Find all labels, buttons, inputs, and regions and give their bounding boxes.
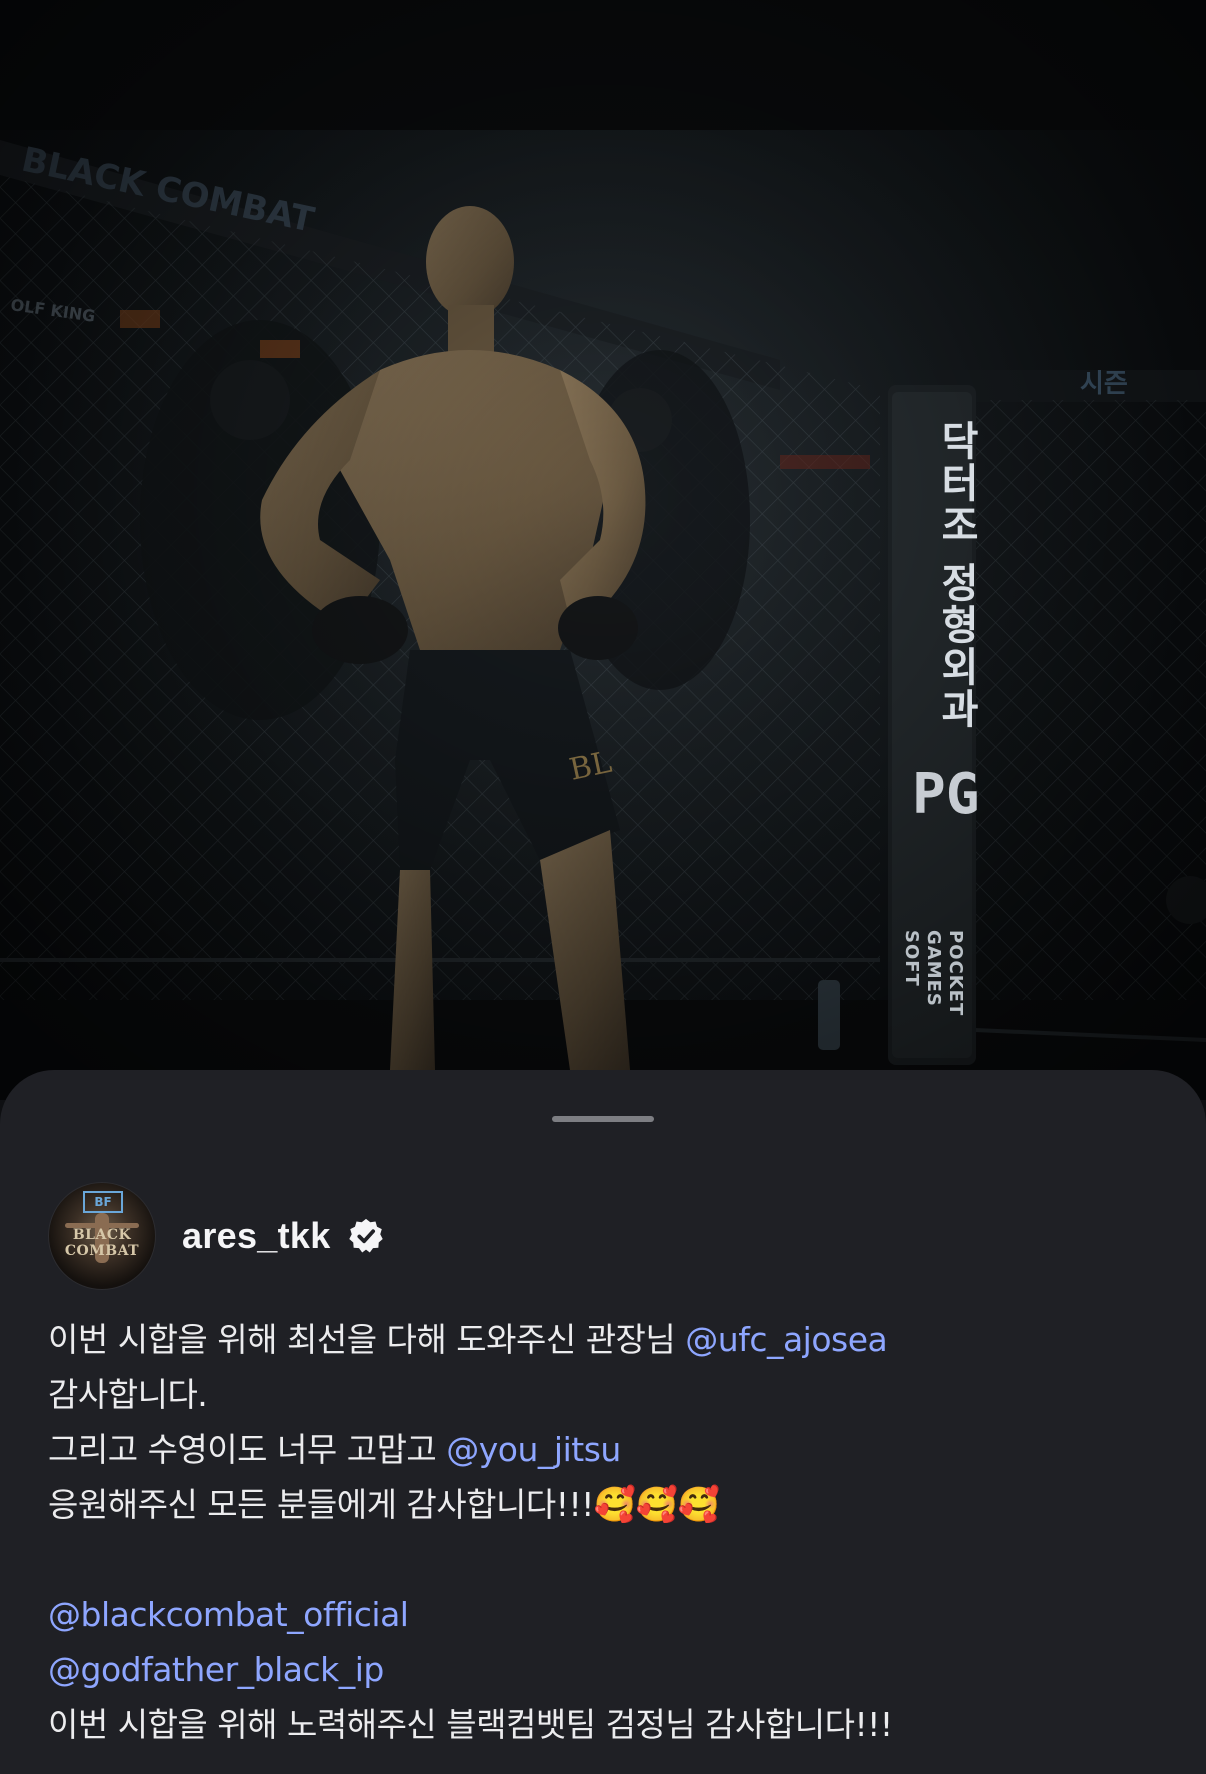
caption-line: 이번 시합을 위해 노력해주신 블랙컴뱃팀 검정님 감사합니다!!! bbox=[48, 1705, 893, 1744]
cage-scene: BLACK COMBAT OLF KING 시즌 bbox=[0, 0, 1206, 1100]
avatar-logo: BF bbox=[83, 1191, 123, 1213]
caption-line: @godfather_black_ip bbox=[48, 1642, 1158, 1697]
post-caption: 이번 시합을 위해 최선을 다해 도와주신 관장님 @ufc_ajosea 감사… bbox=[48, 1312, 1158, 1752]
cage-pad-brand-word: GAMES bbox=[923, 930, 944, 1007]
cage-pad-logo: PG bbox=[912, 762, 980, 827]
caption-line: 응원해주신 모든 분들에게 감사합니다!!!🥰🥰🥰 bbox=[48, 1477, 1158, 1532]
cage-pad-brand-word: SOFT bbox=[901, 930, 922, 987]
caption-line: 이번 시합을 위해 최선을 다해 도와주신 관장님 @ufc_ajosea bbox=[48, 1312, 1158, 1367]
post-author[interactable]: BF BLACK COMBAT ares_tkk bbox=[48, 1182, 385, 1290]
caption-text: 응원해주신 모든 분들에게 감사합니다!!! bbox=[48, 1485, 594, 1524]
caption-line: 감사합니다. bbox=[48, 1375, 208, 1414]
caption-text: 이번 시합을 위해 최선을 다해 도와주신 관장님 bbox=[48, 1320, 686, 1359]
post-detail-screen: BLACK COMBAT OLF KING 시즌 bbox=[0, 0, 1206, 1774]
caption-line: 그리고 수영이도 너무 고맙고 @you_jitsu bbox=[48, 1422, 1158, 1477]
avatar-title: BLACK COMBAT bbox=[64, 1227, 140, 1259]
post-photo[interactable]: BLACK COMBAT OLF KING 시즌 bbox=[0, 0, 1206, 1100]
mention-link[interactable]: @blackcombat_official bbox=[48, 1595, 409, 1634]
caption-text: 그리고 수영이도 너무 고맙고 bbox=[48, 1430, 447, 1469]
cage-pad-brand-word: POCKET bbox=[945, 930, 966, 1017]
username[interactable]: ares_tkk bbox=[182, 1215, 331, 1257]
mention-link[interactable]: @ufc_ajosea bbox=[685, 1320, 887, 1359]
mention-link[interactable]: @godfather_black_ip bbox=[48, 1650, 384, 1689]
cage-pad-sponsor-text: 닥터조 정형외과 bbox=[933, 420, 979, 730]
avatar[interactable]: BF BLACK COMBAT bbox=[48, 1182, 156, 1290]
caption-sheet[interactable]: BF BLACK COMBAT ares_tkk 이번 시합을 위해 최선을 다… bbox=[0, 1070, 1206, 1774]
smiling-face-with-hearts-emoji: 🥰🥰🥰 bbox=[593, 1485, 720, 1525]
verified-badge-icon bbox=[348, 1218, 383, 1253]
caption-line: @blackcombat_official bbox=[48, 1587, 1158, 1642]
sheet-drag-handle[interactable] bbox=[552, 1116, 654, 1122]
cage-pad-brand: POCKET GAMES SOFT bbox=[900, 930, 966, 1016]
mention-link[interactable]: @you_jitsu bbox=[446, 1430, 621, 1469]
